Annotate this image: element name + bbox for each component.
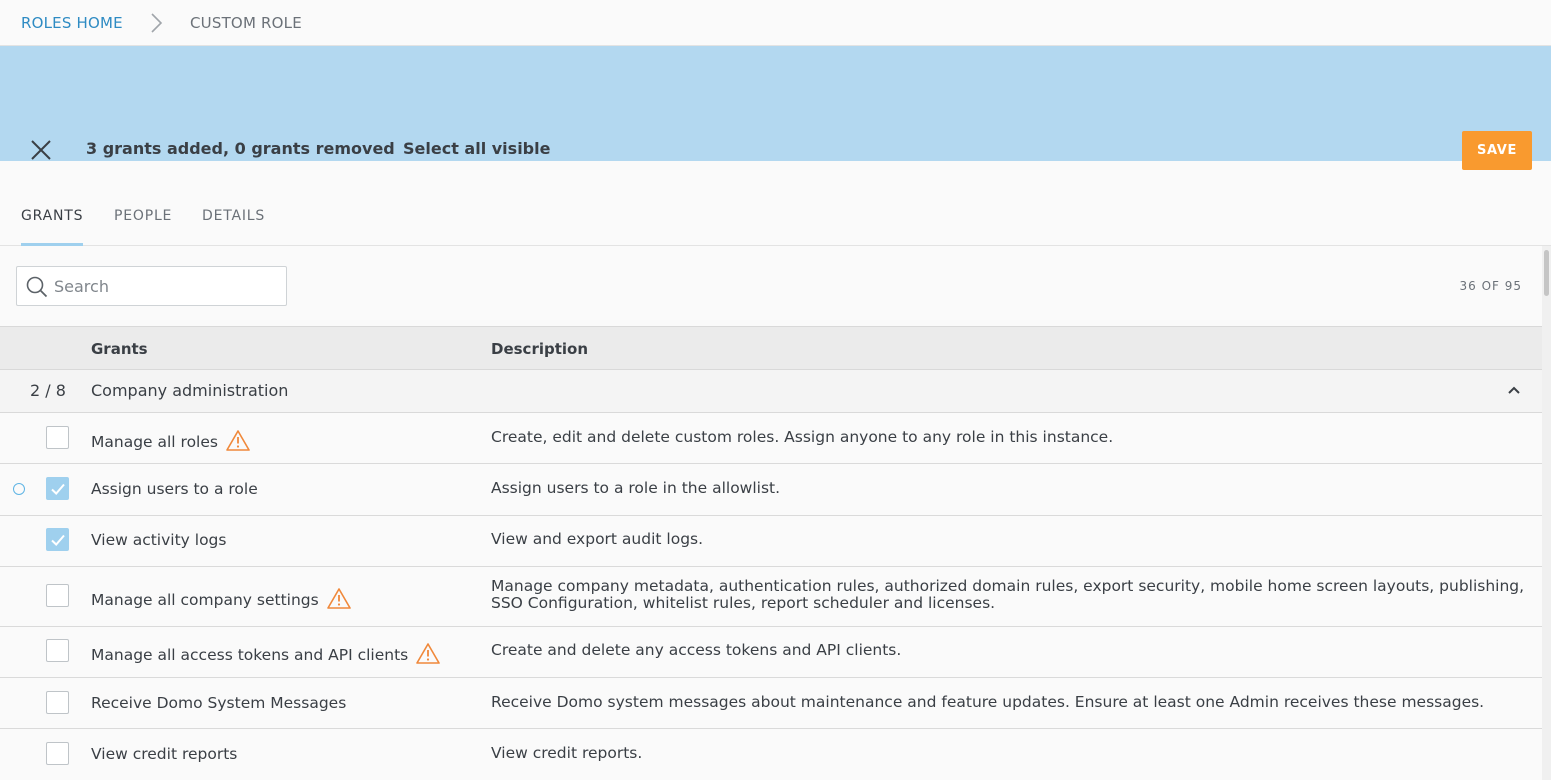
column-header-grants: Grants <box>91 340 148 358</box>
group-name: Company administration <box>91 381 289 400</box>
grant-row: Assign users to a role Assign users to a… <box>0 464 1542 516</box>
grant-row: View activity logs View and export audit… <box>0 516 1542 567</box>
grant-description: Assign users to a role in the allowlist. <box>491 479 781 497</box>
grant-description: Receive Domo system messages about maint… <box>491 693 1485 711</box>
tab-people[interactable]: PEOPLE <box>114 208 172 243</box>
breadcrumb: ROLES HOME CUSTOM ROLE <box>0 0 1551 46</box>
group-selected-count: 2 / 8 <box>30 381 66 400</box>
breadcrumb-current: CUSTOM ROLE <box>190 14 302 32</box>
changed-indicator-icon <box>13 483 25 495</box>
grant-row: Manage all access tokens and API clients… <box>0 627 1542 678</box>
grant-description: Create and delete any access tokens and … <box>491 641 902 659</box>
grant-name: View activity logs <box>91 531 227 549</box>
grant-name: View credit reports <box>91 745 238 763</box>
grant-checkbox[interactable] <box>46 528 69 551</box>
grant-description: Manage company metadata, authentication … <box>491 577 1525 612</box>
warning-icon <box>226 430 250 451</box>
tab-bar: GRANTS PEOPLE DETAILS <box>0 161 1551 246</box>
check-icon <box>51 534 65 546</box>
grant-row: View credit reports View credit reports. <box>0 729 1542 780</box>
grant-name: Manage all access tokens and API clients <box>91 642 441 664</box>
grant-description: View credit reports. <box>491 744 643 762</box>
tab-grants[interactable]: GRANTS <box>21 208 84 246</box>
grant-description: Create, edit and delete custom roles. As… <box>491 428 1114 446</box>
warning-icon <box>416 643 441 664</box>
scrollbar-thumb[interactable] <box>1544 250 1549 296</box>
grant-checkbox[interactable] <box>46 742 69 765</box>
search-input[interactable] <box>54 273 279 299</box>
tab-details[interactable]: DETAILS <box>202 208 265 243</box>
chevron-up-icon[interactable] <box>1506 382 1522 398</box>
check-icon <box>51 483 65 495</box>
select-all-visible-link[interactable]: Select all visible <box>403 139 550 158</box>
grant-row: Manage all roles Create, edit and delete… <box>0 413 1542 464</box>
grant-name: Receive Domo System Messages <box>91 694 347 712</box>
chevron-right-icon <box>151 13 163 33</box>
search-icon <box>26 276 48 298</box>
grant-name: Manage all company settings <box>91 587 351 609</box>
grant-checkbox[interactable] <box>46 426 69 449</box>
grant-checkbox[interactable] <box>46 639 69 662</box>
grant-name: Assign users to a role <box>91 480 258 498</box>
breadcrumb-roles-home-link[interactable]: ROLES HOME <box>21 14 123 32</box>
search-box <box>16 266 287 306</box>
group-row-company-administration[interactable]: 2 / 8 Company administration <box>0 370 1542 413</box>
changes-banner: 3 grants added, 0 grants removed Select … <box>0 46 1551 170</box>
grant-row: Manage all company settings Manage compa… <box>0 567 1542 627</box>
column-header-description: Description <box>491 340 589 358</box>
grant-description: View and export audit logs. <box>491 530 704 548</box>
table-header: Grants Description <box>0 326 1542 370</box>
grant-row: Receive Domo System Messages Receive Dom… <box>0 678 1542 729</box>
grant-checkbox[interactable] <box>46 584 69 607</box>
grant-checkbox[interactable] <box>46 477 69 500</box>
grant-name: Manage all roles <box>91 429 250 451</box>
warning-icon <box>326 588 351 609</box>
close-icon[interactable] <box>29 138 53 162</box>
vertical-scrollbar[interactable] <box>1542 246 1551 780</box>
grant-checkbox[interactable] <box>46 691 69 714</box>
changes-status: 3 grants added, 0 grants removed <box>86 139 395 158</box>
results-count: 36 OF 95 <box>1459 279 1522 293</box>
